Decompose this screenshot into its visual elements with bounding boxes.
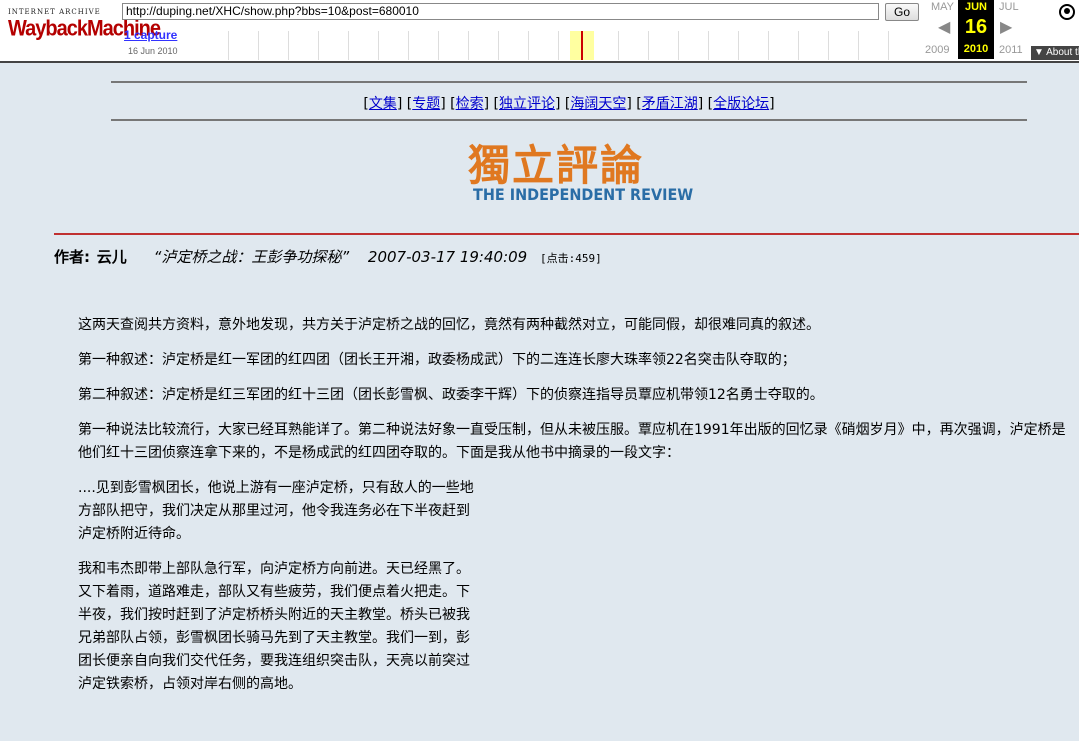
nav-link-jiansuo[interactable]: 检索 [456,96,484,112]
nav-link-zhuanti[interactable]: 专题 [412,96,440,112]
nav-link-duli-pinglun[interactable]: 独立评论 [499,96,555,112]
about-capture-button[interactable]: ▼ About this capture [1031,46,1079,60]
nav-link-maodun-jianghu[interactable]: 矛盾江湖 [642,96,698,112]
current-day: 16 [964,16,988,38]
wayback-logo-top: INTERNET ARCHIVE [8,8,101,16]
article-paragraph: 第一种说法比较流行，大家已经耳熟能详了。第二种说法好象一直受压制，但从未被压服。… [78,422,1066,461]
nav-link-haikuo-tiankong[interactable]: 海阔天空 [570,96,626,112]
article-divider [54,233,1079,235]
post-date: 2007-03-17 19:40:09 [367,248,528,266]
wayback-toolbar: INTERNET ARCHIVE WaybackMachine http://d… [0,0,1079,63]
header-rule-bottom [111,119,1027,121]
user-account-icon[interactable] [1059,4,1075,20]
header-rule-top [111,81,1027,83]
wayback-go-button[interactable]: Go [885,3,919,21]
article-paragraph: 第一种叙述：泸定桥是红一军团的红四团（团长王开湘，政委杨成武）下的二连连长廖大珠… [78,352,796,368]
current-month: JUN [964,1,987,13]
next-year-label[interactable]: 2011 [999,44,1023,56]
wayback-url-input[interactable]: http://duping.net/XHC/show.php?bbs=10&po… [122,3,879,20]
site-logo-chinese: 獨立評論 [468,141,645,190]
capture-date: 16 Jun 2010 [128,46,178,56]
nav-link-quanban-luntan[interactable]: 全版论坛 [713,96,769,112]
main-nav: [文集] [专题] [检索] [独立评论] [海阔天空] [矛盾江湖] [全版论… [363,96,775,112]
captures-link[interactable]: 1 capture [124,28,177,42]
prev-month-label: MAY [931,1,955,13]
site-logo-english: THE INDEPENDENT REVIEW [473,185,694,204]
article-title: “泸定桥之战：王彭争功探秘” [153,248,350,266]
author-label: 作者: [54,248,90,266]
next-month-label: JUL [999,1,1019,13]
hit-count: [点击:459] [540,252,602,265]
current-year: 2010 [963,43,989,55]
capture-sparkline[interactable] [218,31,918,60]
nav-link-wenji[interactable]: 文集 [369,96,397,112]
wayback-logo[interactable]: INTERNET ARCHIVE WaybackMachine [8,8,161,48]
prev-capture-arrow-icon[interactable]: ◀ [938,17,950,36]
article-paragraph: 这两天查阅共方资料，意外地发现，共方关于泸定桥之战的回忆，竟然有两种截然对立，可… [78,317,820,333]
prev-year-label[interactable]: 2009 [925,44,949,56]
next-capture-arrow-icon[interactable]: ▶ [1000,17,1012,36]
article-paragraph: 第二种叙述：泸定桥是红三军团的红十三团（团长彭雪枫、政委李干辉）下的侦察连指导员… [78,387,824,403]
author-name: 云儿 [96,248,127,266]
article-body: 这两天查阅共方资料，意外地发现，共方关于泸定桥之战的回忆，竟然有两种截然对立，可… [78,314,1078,708]
capture-marker[interactable] [581,31,583,60]
current-capture-date: JUN 16 2010 [958,0,994,59]
article-meta: 作者: 云儿 “泸定桥之战：王彭争功探秘” 2007-03-17 19:40:0… [54,246,602,267]
quoted-paragraph: 我和韦杰即带上部队急行军，向泸定桥方向前进。天已经黑了。又下着雨，道路难走，部队… [78,561,470,692]
quoted-paragraph: ....见到彭雪枫团长，他说上游有一座泸定桥，只有敌人的一些地方部队把守，我们决… [78,480,474,542]
